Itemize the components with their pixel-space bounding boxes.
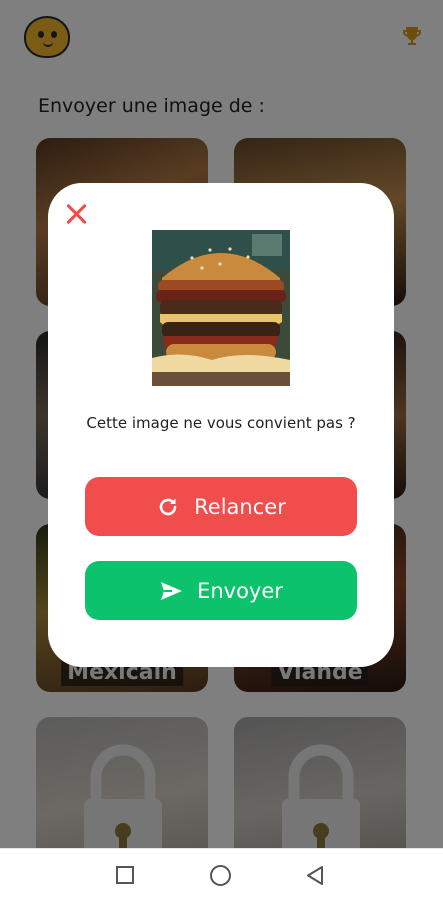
system-navigation-bar [0, 848, 443, 900]
relaunch-button[interactable]: Relancer [85, 477, 357, 536]
recents-square-icon[interactable] [116, 866, 134, 884]
close-icon[interactable] [64, 201, 90, 227]
back-triangle-icon[interactable] [305, 865, 325, 886]
home-circle-icon[interactable] [210, 865, 231, 886]
burger-photo [152, 230, 290, 386]
send-button[interactable]: Envoyer [85, 561, 357, 620]
relaunch-label: Relancer [194, 494, 286, 519]
send-label: Envoyer [197, 578, 283, 603]
refresh-icon [159, 498, 177, 515]
send-icon [161, 581, 183, 600]
dialog-message: Cette image ne vous convient pas ? [86, 414, 356, 432]
image-confirm-dialog: Cette image ne vous convient pas ? Relan… [48, 183, 394, 667]
